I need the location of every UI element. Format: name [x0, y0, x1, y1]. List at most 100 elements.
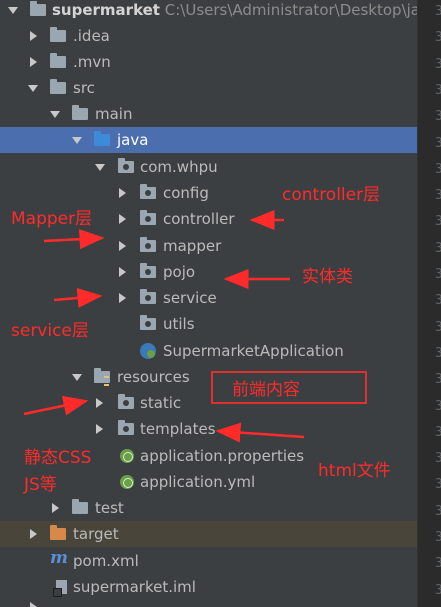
annotation-static-line2: JS等	[24, 475, 57, 495]
gutter-line-number: 3	[435, 556, 441, 571]
spring-boot-class-icon	[140, 343, 156, 359]
tree-row-target[interactable]: target	[0, 521, 417, 547]
collapse-arrow-icon[interactable]	[30, 529, 37, 539]
gutter-line-number: 3	[435, 293, 441, 308]
folder-icon	[50, 79, 66, 94]
tree-row-iml[interactable]: supermarket.iml	[0, 574, 417, 600]
gutter-line-number: 3	[435, 4, 441, 18]
tree-label-app-class: SupermarketApplication	[163, 342, 344, 360]
expand-arrow-icon[interactable]	[95, 164, 105, 171]
collapse-arrow-icon[interactable]	[119, 214, 126, 224]
tree-label-pojo: pojo	[163, 263, 196, 281]
tree-label-target: target	[73, 525, 119, 543]
tree-row-mvn[interactable]: .mvn	[0, 49, 417, 75]
spring-config-file-icon	[120, 449, 134, 463]
tree-label-config: config	[163, 184, 209, 202]
tree-label-utils: utils	[163, 315, 195, 333]
tree-row-package[interactable]: com.whpu	[0, 154, 417, 180]
folder-icon	[50, 53, 66, 68]
tree-row-main[interactable]: main	[0, 101, 417, 127]
tree-row-java[interactable]: java	[0, 127, 417, 153]
collapse-arrow-icon	[30, 602, 37, 607]
tree-label-package: com.whpu	[140, 158, 218, 176]
annotation-static: 静态CSS	[24, 448, 92, 468]
gutter-line-number: 3	[435, 398, 441, 413]
collapse-arrow-icon[interactable]	[96, 424, 103, 434]
package-icon	[118, 420, 134, 435]
annotation-controller: controller层	[282, 185, 381, 205]
package-icon	[140, 184, 156, 199]
collapse-arrow-icon[interactable]	[52, 503, 59, 513]
tree-row-service[interactable]: service	[0, 285, 417, 311]
gutter-line-number: 3	[435, 30, 441, 45]
tree-row-pom[interactable]: m pom.xml	[0, 548, 417, 574]
collapse-arrow-icon[interactable]	[119, 188, 126, 198]
tree-label-idea: .idea	[73, 27, 110, 45]
tree-label-mapper: mapper	[163, 237, 222, 255]
project-path: C:\Users\Administrator\Desktop\java	[164, 1, 439, 19]
expand-arrow-icon[interactable]	[50, 111, 60, 118]
folder-icon	[72, 105, 88, 120]
excluded-folder-icon	[50, 525, 66, 540]
tree-label-controller: controller	[163, 210, 235, 228]
collapse-arrow-icon[interactable]	[96, 398, 103, 408]
tree-row-src[interactable]: src	[0, 75, 417, 101]
gutter-line-number: 3	[435, 188, 441, 203]
tree-row-app-class[interactable]: SupermarketApplication	[0, 338, 417, 364]
collapse-arrow-icon[interactable]	[30, 57, 37, 67]
collapse-arrow-icon[interactable]	[30, 31, 37, 41]
collapse-arrow-icon[interactable]	[119, 241, 126, 251]
tree-label-iml: supermarket.iml	[73, 578, 196, 596]
collapse-arrow-icon[interactable]	[119, 267, 126, 277]
tree-row-project-root[interactable]: supermarket C:\Users\Administrator\Deskt…	[0, 0, 438, 23]
gutter-line-number: 3	[435, 477, 441, 492]
module-file-icon	[53, 580, 67, 597]
module-folder-icon	[30, 1, 46, 16]
gutter-line-number: 3	[435, 345, 441, 360]
gutter-line-number: 3	[435, 56, 441, 71]
tree-label-pom: pom.xml	[73, 552, 139, 570]
expand-arrow-icon[interactable]	[8, 7, 18, 14]
annotation-templates: html文件	[318, 461, 391, 481]
annotation-pojo: 实体类	[302, 267, 353, 287]
tree-label-src: src	[73, 79, 95, 97]
gutter-line-number: 3	[435, 240, 441, 255]
gutter-line-number: 3	[435, 214, 441, 229]
tree-label-main: main	[95, 105, 133, 123]
tree-row-test[interactable]: test	[0, 495, 417, 521]
source-folder-icon	[94, 131, 110, 146]
gutter-line-number: 3	[435, 109, 441, 124]
gutter-line-number: 3	[435, 451, 441, 466]
expand-arrow-icon[interactable]	[28, 85, 38, 92]
gutter-line-number: 3	[435, 161, 441, 176]
gutter-line-number: 3	[435, 135, 441, 150]
tree-label-app-yml: application.yml	[140, 473, 256, 491]
gutter-line-number: 3	[435, 82, 441, 97]
tree-label-app-properties: application.properties	[140, 447, 305, 465]
gutter-line-number: 3	[435, 319, 441, 334]
tree-label-static: static	[140, 394, 182, 412]
gutter-line-number: 3	[435, 372, 441, 387]
gutter-line-number: 3	[435, 530, 441, 544]
annotation-service: service层	[11, 321, 89, 341]
tree-label-resources: resources	[117, 368, 190, 386]
tree-row-idea[interactable]: .idea	[0, 23, 417, 49]
expand-arrow-icon[interactable]	[72, 374, 82, 381]
tree-row-pojo[interactable]: pojo	[0, 259, 417, 285]
expand-arrow-icon[interactable]	[72, 137, 82, 144]
gutter-line-number: 3	[435, 503, 441, 518]
project-tree: supermarket C:\Users\Administrator\Deskt…	[0, 0, 438, 607]
package-icon	[118, 158, 134, 173]
tree-row-templates[interactable]: templates	[0, 416, 417, 442]
gutter-line-number: 3	[435, 582, 441, 597]
package-icon	[118, 394, 134, 409]
package-icon	[140, 289, 156, 304]
collapse-arrow-icon[interactable]	[119, 293, 126, 303]
tree-row-mapper[interactable]: mapper	[0, 233, 417, 259]
project-name: supermarket	[52, 1, 160, 19]
package-icon	[140, 237, 156, 252]
maven-icon: m	[50, 548, 68, 568]
package-icon	[140, 263, 156, 278]
folder-icon	[72, 499, 88, 514]
spring-config-file-icon	[120, 475, 134, 489]
